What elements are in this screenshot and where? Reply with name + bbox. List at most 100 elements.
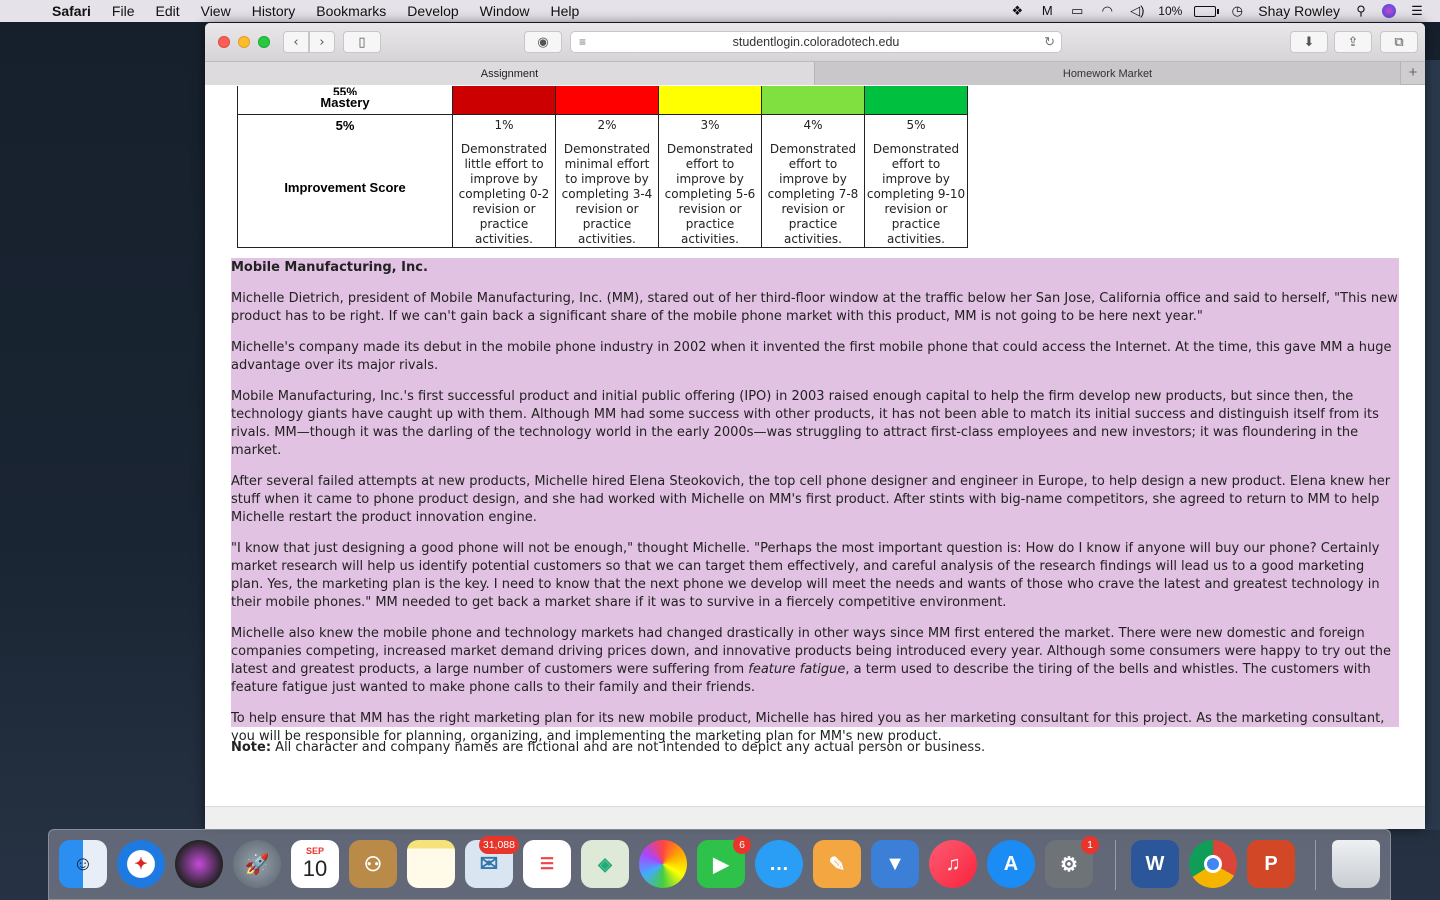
background-window-edge (1425, 60, 1440, 830)
menu-bookmarks[interactable]: Bookmarks (316, 3, 386, 19)
trash-icon[interactable] (1332, 840, 1380, 888)
calendar-day: 10 (302, 856, 328, 881)
tab-assignment[interactable]: Assignment (205, 62, 815, 85)
battery-percent: 10% (1158, 4, 1183, 18)
menu-window[interactable]: Window (480, 3, 530, 19)
powerpoint-icon[interactable]: P (1247, 840, 1295, 888)
minimize-window-button[interactable] (238, 36, 250, 48)
url-text: studentlogin.coloradotech.edu (732, 35, 900, 49)
case-study-heading: Mobile Manufacturing, Inc. (231, 260, 428, 275)
facetime-icon[interactable]: ▶ 6 (697, 836, 751, 888)
tab-label: Assignment (480, 67, 539, 80)
battery-icon[interactable] (1194, 5, 1220, 17)
music-icon[interactable]: ♫ (929, 840, 977, 888)
chevron-right-icon: › (319, 34, 325, 50)
maps-icon[interactable]: ◈ (581, 840, 629, 888)
page-content: 55% Mastery 5% Improvement Score 1% Demo… (205, 86, 1425, 806)
fullscreen-window-button[interactable] (258, 36, 270, 48)
menu-help[interactable]: Help (550, 3, 579, 19)
cell-description: Demonstrated effort to improve by comple… (664, 142, 756, 246)
safari-icon[interactable]: ✦ (117, 840, 165, 888)
sidebar-toggle-button[interactable]: ▯ (343, 31, 381, 53)
new-tab-button[interactable]: + (1400, 62, 1425, 85)
notification-center-icon[interactable]: ☰ (1408, 4, 1426, 18)
mastery-color-cell-4 (761, 86, 865, 115)
photos-icon[interactable] (639, 840, 687, 888)
extension-button[interactable]: ◉ (524, 31, 562, 53)
menu-file[interactable]: File (112, 3, 135, 19)
mastery-color-cell-3 (658, 86, 762, 115)
spotlight-search-icon[interactable]: ⚲ (1352, 4, 1370, 18)
tabs-overview-icon: ⧉ (1394, 34, 1404, 50)
menu-bar: Safari File Edit View History Bookmarks … (0, 0, 1440, 22)
improvement-cell-4: 4% Demonstrated effort to improve by com… (761, 114, 865, 248)
tab-bar: Assignment Homework Market + (205, 61, 1425, 85)
improvement-cell-1: 1% Demonstrated little effort to improve… (452, 114, 556, 248)
tab-label: Homework Market (1062, 67, 1153, 80)
mastery-color-cell-2 (555, 86, 659, 115)
calendar-icon[interactable]: SEP 10 (291, 840, 339, 888)
cell-percent: 5% (906, 118, 926, 132)
page-bottom-strip (205, 806, 1425, 829)
case-paragraph-6: Michelle also knew the mobile phone and … (231, 625, 1399, 697)
address-bar[interactable]: ≡ studentlogin.coloradotech.edu ↻ (570, 31, 1062, 53)
siri-icon[interactable] (1382, 4, 1396, 18)
menu-develop[interactable]: Develop (407, 3, 458, 19)
mail-badge: 31,088 (478, 836, 519, 854)
close-window-button[interactable] (218, 36, 230, 48)
tab-homework-market[interactable]: Homework Market (815, 62, 1400, 85)
finder-icon[interactable]: ☺ (59, 840, 107, 888)
note-label: Note: (231, 740, 272, 755)
calendar-month: SEP (305, 846, 324, 856)
airplay-icon[interactable]: ▭ (1068, 4, 1086, 18)
back-button[interactable]: ‹ (283, 31, 309, 53)
reader-view-icon[interactable]: ≡ (579, 35, 586, 49)
case-paragraph-3: Mobile Manufacturing, Inc.'s first succe… (231, 389, 1379, 458)
notes-icon[interactable] (407, 840, 455, 888)
user-name[interactable]: Shay Rowley (1258, 3, 1340, 19)
chrome-icon[interactable] (1189, 840, 1237, 888)
keynote-icon[interactable]: ▼ (871, 840, 919, 888)
app-store-icon[interactable]: A (987, 840, 1035, 888)
reload-icon[interactable]: ↻ (1044, 34, 1055, 50)
forward-button[interactable]: › (309, 31, 335, 53)
show-tabs-button[interactable]: ⧉ (1380, 31, 1418, 53)
menu-app-safari[interactable]: Safari (52, 3, 91, 19)
cell-description: Demonstrated effort to improve by comple… (767, 142, 859, 246)
cell-percent: 1% (494, 118, 514, 132)
launchpad-icon[interactable]: 🚀 (233, 840, 281, 888)
rubric-table: 55% Mastery 5% Improvement Score 1% Demo… (237, 86, 968, 248)
facetime-badge: 6 (733, 836, 751, 854)
cell-percent: 2% (597, 118, 617, 132)
malwarebytes-icon[interactable]: M (1038, 4, 1056, 18)
cell-percent: 4% (803, 118, 823, 132)
share-button[interactable]: ⇪ (1334, 31, 1372, 53)
menu-view[interactable]: View (201, 3, 231, 19)
dock-separator (1315, 840, 1316, 890)
improvement-cell-3: 3% Demonstrated effort to improve by com… (658, 114, 762, 248)
contacts-icon[interactable]: ⚇ (349, 840, 397, 888)
pages-icon[interactable]: ✎ (813, 840, 861, 888)
reminders-icon[interactable]: ☰ (523, 840, 571, 888)
siri-icon[interactable] (175, 840, 223, 888)
menu-edit[interactable]: Edit (155, 3, 179, 19)
word-icon[interactable]: W (1131, 840, 1179, 888)
improvement-cell-5: 5% Demonstrated effort to improve by com… (864, 114, 968, 248)
browser-toolbar: ‹ › ▯ ◉ ≡ studentlogin.coloradotech.edu … (205, 23, 1425, 61)
rubric-row-improvement: 5% Improvement Score 1% Demonstrated lit… (237, 114, 968, 248)
screen-time-icon[interactable]: ◷ (1228, 4, 1246, 18)
menu-history[interactable]: History (252, 3, 296, 19)
rubric-row-mastery: 55% Mastery (237, 86, 968, 115)
case-paragraph-2: Michelle's company made its debut in the… (231, 340, 1392, 373)
dropbox-icon[interactable]: ❖ (1008, 4, 1026, 18)
messages-icon[interactable]: … (755, 840, 803, 888)
mail-icon[interactable]: ✉ 31,088 (465, 836, 519, 888)
wifi-icon[interactable]: ◠ (1098, 4, 1116, 18)
system-preferences-icon[interactable]: ⚙ 1 (1045, 836, 1099, 888)
case-paragraph-1: Michelle Dietrich, president of Mobile M… (231, 291, 1398, 324)
powerpoint-letter: P (1264, 852, 1278, 875)
grammarly-icon: ◉ (537, 34, 549, 50)
volume-icon[interactable]: ◁) (1128, 4, 1146, 18)
downloads-button[interactable]: ⬇ (1290, 31, 1328, 53)
cell-percent: 3% (700, 118, 720, 132)
